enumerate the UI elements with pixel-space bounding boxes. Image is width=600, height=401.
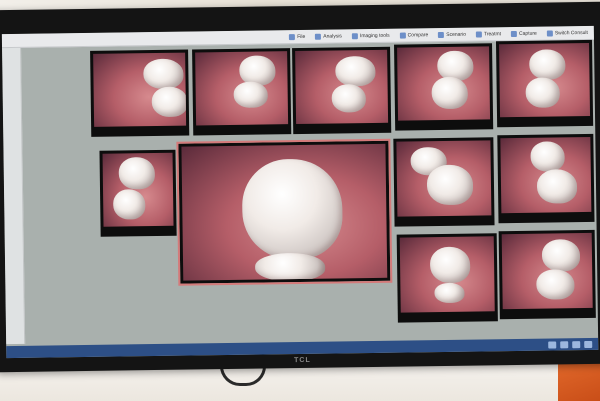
toolbar-item-consult[interactable]: Switch Consult (546, 29, 588, 37)
patient-icon (546, 29, 553, 37)
tooth (118, 157, 156, 190)
intraoral-photo (295, 49, 389, 125)
tooth (536, 169, 578, 204)
intraoral-photo (181, 143, 388, 281)
thumbnail-caption (297, 125, 387, 132)
toolbar-item-imaging[interactable]: Imaging tools (351, 32, 390, 39)
thumbnail-7[interactable] (393, 137, 495, 227)
tooth (241, 158, 344, 260)
tooth (254, 252, 326, 281)
analysis-icon (315, 33, 322, 40)
taskbar-icon[interactable] (572, 340, 581, 348)
toolbar-item-file[interactable]: File (289, 33, 305, 40)
monitor: File Analysis Imaging tools Compare Scen… (0, 1, 600, 373)
intraoral-photo (93, 52, 187, 127)
scenario-icon (438, 31, 445, 38)
thumbnail-6[interactable] (99, 149, 177, 237)
compare-icon (399, 32, 406, 39)
tooth (525, 77, 560, 108)
capture-icon (510, 30, 518, 37)
thumbnail-4[interactable] (394, 43, 494, 131)
selected-photo-large[interactable] (176, 138, 393, 286)
tooth (151, 86, 187, 118)
intraoral-photo (397, 46, 491, 121)
thumbnail-caption (105, 228, 173, 235)
thumbnail-1[interactable] (90, 49, 190, 137)
screen: File Analysis Imaging tools Compare Scen… (1, 25, 599, 359)
tooth (113, 189, 146, 220)
intraoral-photo (399, 236, 495, 313)
file-icon (289, 33, 296, 40)
tooth (437, 50, 474, 82)
toolbar-item-capture[interactable]: Capture (510, 30, 537, 37)
intraoral-photo (195, 51, 289, 126)
thumbnail-caption (504, 310, 592, 317)
thumbnail-10[interactable] (498, 229, 596, 320)
monitor-brand-logo: TCL (294, 356, 311, 365)
thumbnail-2[interactable] (192, 48, 292, 136)
treat-icon (475, 30, 483, 38)
thumbnail-5[interactable] (495, 39, 594, 128)
taskbar-icon[interactable] (548, 340, 557, 349)
toolbar-item-analysis[interactable]: Analysis (315, 33, 342, 40)
thumbnail-3[interactable] (292, 46, 392, 135)
tooth (434, 282, 465, 304)
intraoral-photo (501, 232, 593, 310)
tooth (331, 84, 366, 113)
thumbnail-caption (501, 118, 589, 125)
tooth (143, 58, 184, 90)
tooth (536, 269, 575, 300)
tooth (541, 239, 581, 272)
thumbnail-caption (95, 128, 185, 135)
thumbnail-caption (402, 313, 494, 320)
tooth (426, 164, 474, 206)
tooth (431, 76, 468, 110)
intraoral-photo (396, 140, 492, 217)
toolbar-item-scenario[interactable]: Scenario (438, 31, 466, 38)
thumbnail-caption (399, 121, 489, 128)
toolbar-item-compare[interactable]: Compare (399, 32, 428, 39)
tooth (429, 246, 471, 284)
taskbar-icon[interactable] (584, 340, 593, 348)
thumbnail-caption (197, 126, 287, 133)
taskbar-icon[interactable] (560, 340, 569, 348)
imaging-icon (351, 32, 358, 39)
tooth (335, 55, 376, 87)
tooth (530, 141, 565, 172)
thumbnail-caption (502, 214, 590, 221)
intraoral-photo (499, 42, 591, 118)
thumbnail-9[interactable] (396, 233, 498, 323)
taskbar (6, 337, 599, 359)
intraoral-photo (500, 136, 592, 214)
toolbar-item-treat[interactable]: Treatmt (475, 30, 501, 38)
thumbnail-8[interactable] (497, 133, 595, 224)
left-sidebar (2, 47, 26, 345)
thumbnail-caption (398, 217, 490, 224)
tooth (529, 49, 566, 80)
intraoral-photo (102, 152, 174, 227)
tooth (233, 81, 268, 108)
